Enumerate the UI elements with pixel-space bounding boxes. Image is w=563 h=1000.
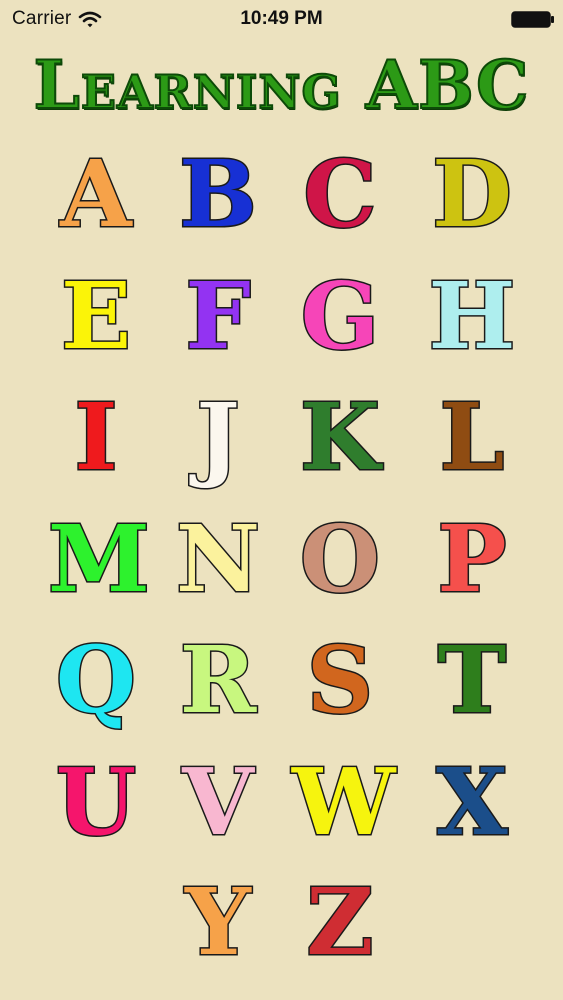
letter-button-o[interactable]: O bbox=[292, 508, 388, 611]
letter-button-t[interactable]: T bbox=[424, 629, 520, 732]
letter-button-w[interactable]: W bbox=[291, 751, 397, 854]
letter-button-a[interactable]: A bbox=[48, 143, 144, 246]
letter-button-q[interactable]: Q bbox=[48, 629, 144, 732]
app-title: Learning ABC bbox=[32, 45, 530, 125]
letter-button-p[interactable]: P bbox=[424, 508, 520, 611]
letter-button-s[interactable]: S bbox=[292, 629, 388, 732]
letter-button-g[interactable]: G bbox=[292, 265, 388, 368]
battery-icon bbox=[511, 11, 554, 28]
letter-button-j[interactable]: J bbox=[170, 386, 266, 489]
letter-button-m[interactable]: M bbox=[47, 508, 152, 611]
letter-button-i[interactable]: I bbox=[48, 386, 144, 489]
letter-button-u[interactable]: U bbox=[48, 751, 144, 854]
letter-button-b[interactable]: B bbox=[170, 143, 266, 246]
letter-button-r[interactable]: R bbox=[170, 629, 266, 732]
letter-button-h[interactable]: H bbox=[424, 265, 520, 368]
letter-button-y[interactable]: Y bbox=[170, 871, 266, 974]
letter-button-l[interactable]: L bbox=[424, 386, 520, 489]
letter-button-z[interactable]: Z bbox=[292, 871, 388, 974]
screen: Carrier 10:49 PM Learning ABC ABCD EFGH IJ… bbox=[0, 0, 563, 1000]
letter-button-d[interactable]: D bbox=[424, 143, 520, 246]
letter-button-k[interactable]: K bbox=[292, 386, 388, 489]
letter-button-c[interactable]: C bbox=[292, 143, 388, 246]
status-time: 10:49 PM bbox=[240, 8, 323, 29]
status-bar: Carrier 10:49 PM bbox=[0, 0, 563, 38]
letter-button-v[interactable]: V bbox=[170, 751, 266, 854]
letter-button-x[interactable]: X bbox=[424, 751, 520, 854]
letter-button-e[interactable]: E bbox=[48, 265, 144, 368]
letter-button-f[interactable]: F bbox=[170, 265, 266, 368]
letter-button-n[interactable]: N bbox=[170, 508, 266, 611]
